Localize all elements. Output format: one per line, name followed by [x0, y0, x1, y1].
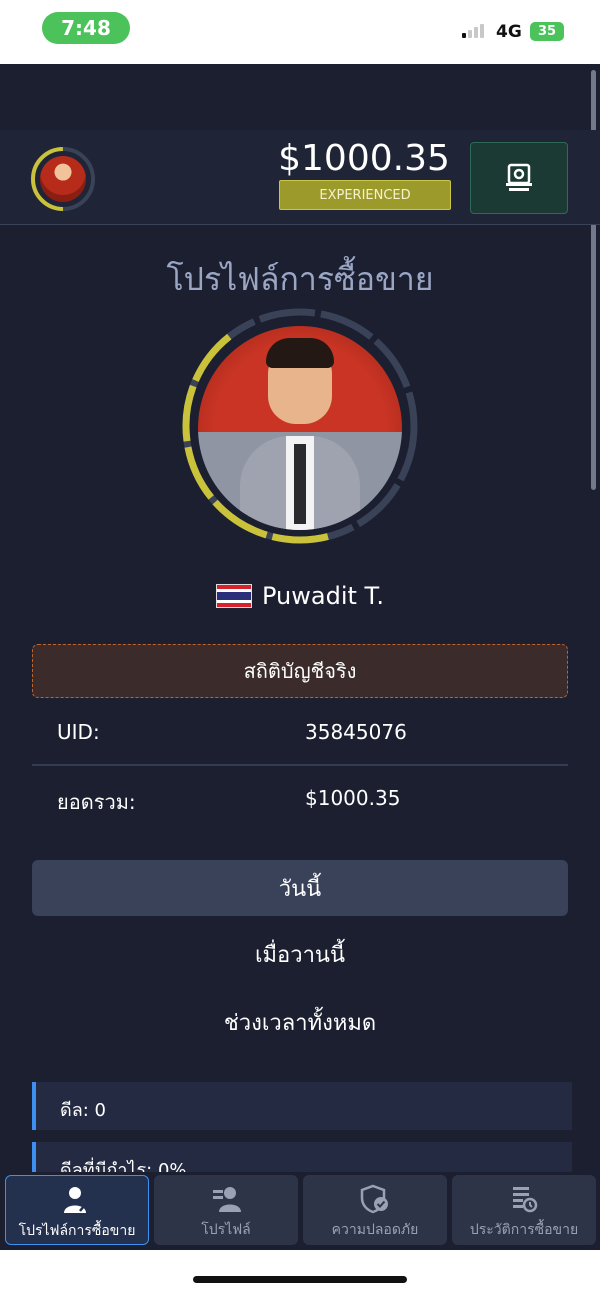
battery-icon: 35 [530, 22, 564, 41]
total-row: ยอดรวม: $1000.35 [32, 766, 568, 830]
profitable-deals-metric: ดีลที่มีกำไร: 0% [32, 1142, 572, 1174]
header-avatar[interactable] [40, 156, 86, 202]
status-bar: 7:48 4G 35 [0, 0, 600, 64]
page-title: โปรไฟล์การซื้อขาย [166, 260, 434, 298]
tab-trading-profile[interactable]: โปรไฟล์การซื้อขาย [5, 1175, 149, 1245]
username-row: Puwadit T. [0, 582, 600, 610]
battery-level: 35 [537, 24, 557, 39]
total-label: ยอดรวม: [57, 790, 136, 814]
experience-level-badge: EXPERIENCED [279, 180, 451, 210]
period-all-time-button[interactable]: ช่วงเวลาทั้งหมด [32, 994, 568, 1050]
tab-trade-history-label: ประวัติการซื้อขาย [469, 1222, 579, 1238]
tab-trade-history[interactable]: ประวัติการซื้อขาย [452, 1175, 596, 1245]
cash-icon [506, 163, 532, 191]
network-type: 4G [496, 22, 522, 42]
tab-security-label: ความปลอดภัย [331, 1222, 419, 1238]
cashier-button[interactable] [470, 142, 568, 214]
deals-metric-text: ดีล: 0 [60, 1100, 106, 1121]
tab-profile-label: โปรไฟล์ [201, 1222, 251, 1238]
home-indicator-area [0, 1250, 600, 1299]
real-account-stats-title: สถิติบัญชีจริง [32, 644, 568, 698]
profile-avatar[interactable] [198, 326, 402, 530]
deals-metric: ดีล: 0 [32, 1082, 572, 1130]
account-header: $1000.35 [0, 130, 600, 225]
uid-label: UID: [57, 720, 100, 744]
cellular-signal-icon [462, 24, 484, 38]
account-balance: $1000.35 [278, 138, 450, 179]
tab-trading-profile-label: โปรไฟล์การซื้อขาย [18, 1223, 136, 1239]
username: Puwadit T. [262, 582, 384, 610]
tab-security[interactable]: ความปลอดภัย [303, 1175, 447, 1245]
status-time: 7:48 [42, 12, 130, 44]
trading-profile-icon [62, 1184, 92, 1216]
uid-row: UID: 35845076 [32, 700, 568, 766]
thailand-flag-icon [216, 584, 252, 608]
security-shield-icon [360, 1183, 390, 1215]
period-yesterday-button[interactable]: เมื่อวานนี้ [32, 926, 568, 982]
tab-profile[interactable]: โปรไฟล์ [154, 1175, 298, 1245]
total-value: $1000.35 [305, 786, 401, 810]
bottom-tab-bar: โปรไฟล์การซื้อขาย โปรไฟล์ ความปลอดภัย ปร… [0, 1172, 600, 1250]
period-today-button[interactable]: วันนี้ [32, 860, 568, 916]
home-indicator[interactable] [193, 1276, 407, 1283]
profile-icon [211, 1183, 241, 1215]
trade-history-icon [509, 1183, 539, 1215]
uid-value: 35845076 [305, 720, 407, 744]
